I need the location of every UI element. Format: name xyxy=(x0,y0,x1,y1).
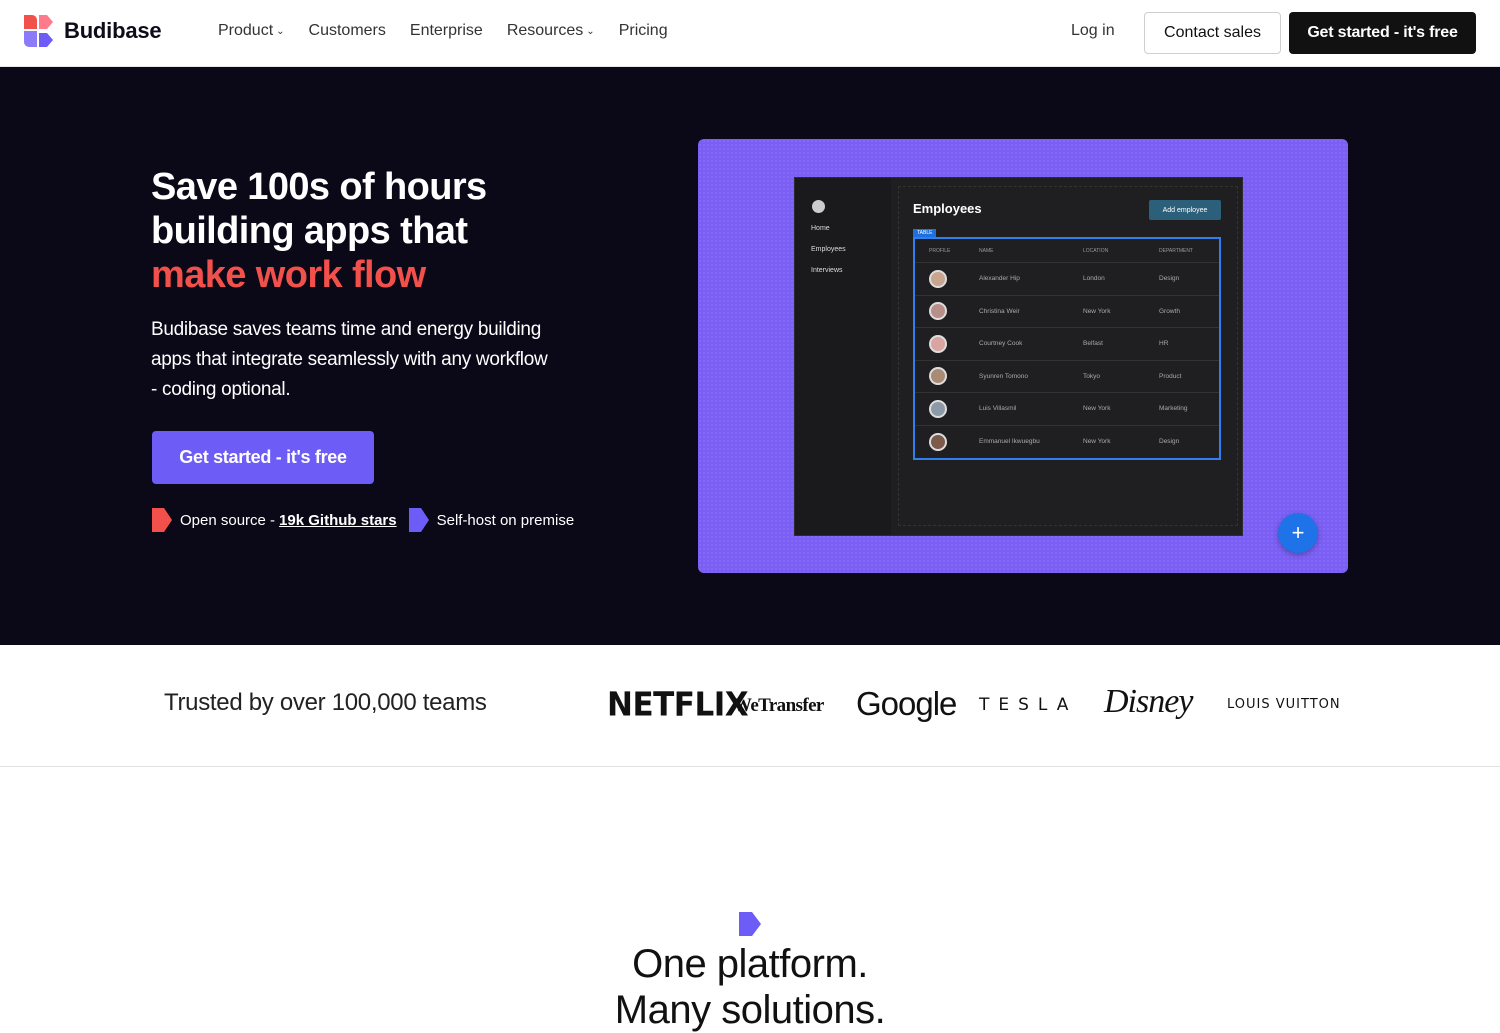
self-host-label: Self-host on premise xyxy=(436,511,575,529)
table-row: Emmanuel Ikwuegbu New York Design xyxy=(915,426,1219,459)
nav-customers-label: Customers xyxy=(308,22,386,39)
preview-table: PROFILE NAME LOCATION DEPARTMENT Alexand… xyxy=(913,237,1221,460)
tesla-logo: TESLA xyxy=(979,695,1078,715)
nav-product[interactable]: Product ⌄ xyxy=(218,22,285,40)
louis-vuitton-logo: LOUIS VUITTON xyxy=(1227,697,1341,712)
login-link[interactable]: Log in xyxy=(1071,22,1115,40)
row-department: Design xyxy=(1159,438,1180,446)
preview-title: Employees xyxy=(913,201,982,216)
preview-nav-interviews: Interviews xyxy=(811,267,843,274)
avatar xyxy=(929,334,947,353)
get-started-button[interactable]: Get started - it's free xyxy=(1289,12,1476,54)
section-title: One platform. xyxy=(632,942,868,986)
column-header: LOCATION xyxy=(1083,247,1109,254)
column-header: NAME xyxy=(979,247,994,254)
row-name: Emmanuel Ikwuegbu xyxy=(979,438,1040,446)
trusted-section: Trusted by over 100,000 teams NETFLIX We… xyxy=(0,645,1500,767)
column-header: DEPARTMENT xyxy=(1159,247,1193,254)
hero-title: Save 100s of hours building apps that ma… xyxy=(151,165,571,297)
plus-icon[interactable]: + xyxy=(1278,513,1318,553)
chevron-down-icon: ⌄ xyxy=(276,26,285,37)
row-location: New York xyxy=(1083,307,1111,315)
row-location: New York xyxy=(1083,438,1111,446)
row-location: Tokyo xyxy=(1083,372,1100,380)
row-location: New York xyxy=(1083,405,1111,413)
avatar xyxy=(929,302,947,321)
preview-logo-icon xyxy=(812,200,825,213)
row-name: Luis Villasmil xyxy=(979,405,1017,413)
open-source-label: Open source - xyxy=(180,511,276,529)
chevron-down-icon: ⌄ xyxy=(586,26,595,37)
row-name: Syunren Tomono xyxy=(979,372,1029,380)
preview-add-employee-button: Add employee xyxy=(1149,200,1221,220)
table-row: Christina Weir New York Growth xyxy=(915,296,1219,328)
self-host-icon xyxy=(408,508,429,532)
nav-enterprise[interactable]: Enterprise xyxy=(410,22,483,40)
hero-title-line1: Save 100s of hours xyxy=(151,166,487,208)
hero-subtitle: Budibase saves teams time and energy bui… xyxy=(151,319,548,400)
brand-name: Budibase xyxy=(64,18,162,43)
hero-cta-button[interactable]: Get started - it's free xyxy=(152,431,374,484)
row-location: London xyxy=(1083,275,1105,283)
wetransfer-logo: WeTransfer xyxy=(733,695,824,716)
table-row: Syunren Tomono Tokyo Product xyxy=(915,361,1219,393)
preview-nav-employees: Employees xyxy=(811,246,846,253)
avatar xyxy=(929,432,947,451)
netflix-logo: NETFLIX xyxy=(607,686,749,724)
row-location: Belfast xyxy=(1083,340,1103,348)
preview-sidebar: Home Employees Interviews xyxy=(795,178,891,535)
column-header: PROFILE xyxy=(929,247,951,254)
open-source-icon xyxy=(152,508,172,532)
section-marker-icon xyxy=(739,912,761,936)
nav-pricing-label: Pricing xyxy=(618,22,668,39)
row-department: HR xyxy=(1159,340,1169,348)
self-host-badge: Self-host on premise xyxy=(408,508,575,532)
preview-table-tag: TABLE xyxy=(913,229,937,237)
table-row: Luis Villasmil New York Marketing xyxy=(915,393,1219,426)
nav-product-label: Product xyxy=(218,22,274,39)
hero-section: Save 100s of hours building apps that ma… xyxy=(0,67,1500,645)
brand-logo[interactable]: Budibase xyxy=(24,15,162,47)
github-stars-link[interactable]: 19k Github stars xyxy=(279,512,397,529)
avatar xyxy=(929,367,947,386)
nav-resources-label: Resources xyxy=(506,22,584,39)
contact-sales-button[interactable]: Contact sales xyxy=(1144,12,1281,54)
site-header: Budibase Product ⌄ Customers Enterprise R… xyxy=(0,0,1500,67)
row-name: Courtney Cook xyxy=(979,340,1023,348)
avatar xyxy=(929,269,947,288)
nav-resources[interactable]: Resources ⌄ xyxy=(507,22,595,40)
google-logo: Google xyxy=(856,685,957,722)
main-nav: Product ⌄ Customers Enterprise Resources ⌄… xyxy=(218,22,668,40)
table-row: Alexander Hip London Design xyxy=(915,263,1219,296)
trusted-text: Trusted by over 100,000 teams xyxy=(164,689,487,716)
row-name: Christina Weir xyxy=(979,307,1020,315)
table-row: Courtney Cook Belfast HR xyxy=(915,328,1219,361)
row-department: Growth xyxy=(1159,307,1180,315)
hero-badges: Open source - 19k Github stars Self-host… xyxy=(152,508,574,532)
row-name: Alexander Hip xyxy=(979,275,1020,283)
nav-enterprise-label: Enterprise xyxy=(409,22,483,39)
disney-logo: Disney xyxy=(1104,683,1193,720)
row-department: Marketing xyxy=(1159,405,1188,413)
preview-nav-home: Home xyxy=(811,225,830,232)
row-department: Product xyxy=(1159,372,1182,380)
section-title-line2: Many solutions. xyxy=(614,988,886,1032)
row-department: Design xyxy=(1159,275,1180,283)
preview-table-header: PROFILE NAME LOCATION DEPARTMENT xyxy=(915,239,1219,263)
hero-title-accent: make work flow xyxy=(151,254,426,296)
hero-title-line2: building apps that xyxy=(151,210,468,252)
avatar xyxy=(929,399,947,418)
nav-customers[interactable]: Customers xyxy=(309,22,386,40)
budibase-logo-icon xyxy=(24,15,53,47)
nav-pricing[interactable]: Pricing xyxy=(619,22,668,40)
preview-app-window: Home Employees Interviews Employees Add … xyxy=(794,177,1243,536)
app-preview: Home Employees Interviews Employees Add … xyxy=(698,139,1348,573)
